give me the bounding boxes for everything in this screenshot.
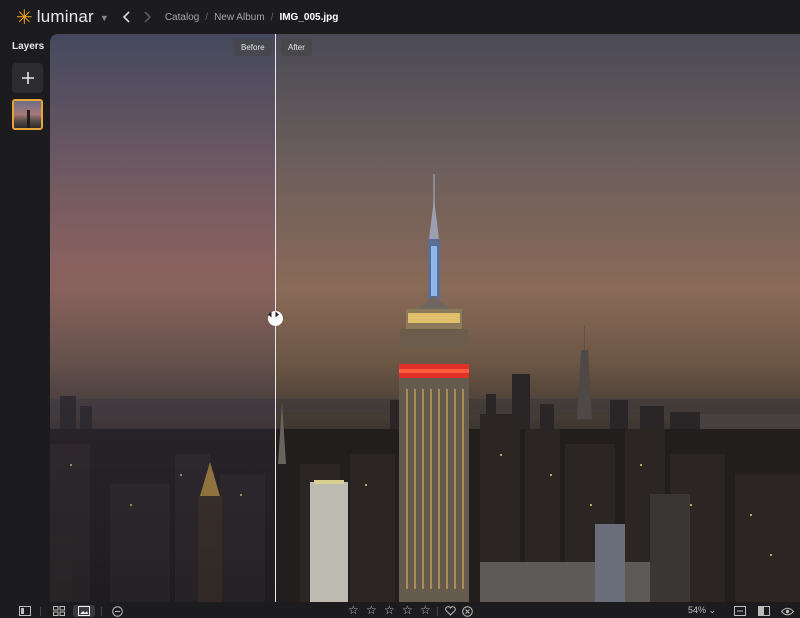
breadcrumb: Catalog / New Album / IMG_005.jpg xyxy=(165,12,339,23)
split-arrows-icon xyxy=(268,311,279,318)
single-view-icon[interactable] xyxy=(73,605,95,617)
rating-star-2[interactable]: ☆ xyxy=(366,604,377,616)
chevron-down-icon[interactable]: ▼ xyxy=(100,13,109,23)
minus-circle-icon[interactable] xyxy=(110,605,124,617)
toolbar-separator xyxy=(101,607,102,616)
plus-icon xyxy=(21,72,34,84)
grid-view-icon[interactable] xyxy=(52,605,66,617)
breadcrumb-catalog[interactable]: Catalog xyxy=(165,12,199,23)
rating-star-5[interactable]: ☆ xyxy=(420,604,431,616)
before-after-icon[interactable] xyxy=(757,605,771,617)
breadcrumb-current-file: IMG_005.jpg xyxy=(279,11,339,23)
back-button[interactable] xyxy=(119,9,135,25)
breadcrumb-album[interactable]: New Album xyxy=(214,12,265,23)
image-canvas[interactable]: Before After xyxy=(50,34,800,602)
layers-panel: Layers xyxy=(0,34,50,602)
layer-thumbnail[interactable] xyxy=(12,99,43,130)
bottom-toolbar: ☆ ☆ ☆ ☆ ☆ 54% ⌄ xyxy=(0,602,800,618)
breadcrumb-separator: / xyxy=(270,11,274,23)
reject-icon[interactable] xyxy=(460,605,474,617)
thumbnail-building xyxy=(27,110,30,128)
toolbar-separator xyxy=(437,607,438,616)
split-handle[interactable] xyxy=(268,311,283,326)
before-region xyxy=(50,34,275,602)
sidebar-toggle-icon[interactable] xyxy=(18,605,32,617)
chevron-right-icon xyxy=(144,11,151,23)
add-layer-button[interactable] xyxy=(12,63,43,93)
toolbar-separator xyxy=(40,607,41,616)
luminar-sun-icon: ✳ xyxy=(16,5,33,29)
top-bar: ✳ luminar ▼ Catalog / New Album / IMG_00… xyxy=(0,0,800,34)
zoom-level[interactable]: 54% ⌄ xyxy=(688,605,716,616)
chevron-left-icon xyxy=(122,11,130,23)
before-label: Before xyxy=(234,39,272,56)
layers-title: Layers xyxy=(12,41,45,52)
breadcrumb-separator: / xyxy=(205,11,209,23)
rating-star-1[interactable]: ☆ xyxy=(348,604,359,616)
heart-icon[interactable] xyxy=(443,605,457,617)
compare-icon[interactable] xyxy=(733,605,747,617)
forward-button[interactable] xyxy=(139,9,155,25)
zoom-value: 54% xyxy=(688,605,707,615)
after-label: After xyxy=(281,39,312,56)
rating-star-3[interactable]: ☆ xyxy=(384,604,395,616)
app-logo[interactable]: ✳ luminar ▼ xyxy=(16,7,109,27)
eye-icon[interactable] xyxy=(780,605,794,617)
rating-star-4[interactable]: ☆ xyxy=(402,604,413,616)
brand-name: luminar xyxy=(36,7,94,26)
